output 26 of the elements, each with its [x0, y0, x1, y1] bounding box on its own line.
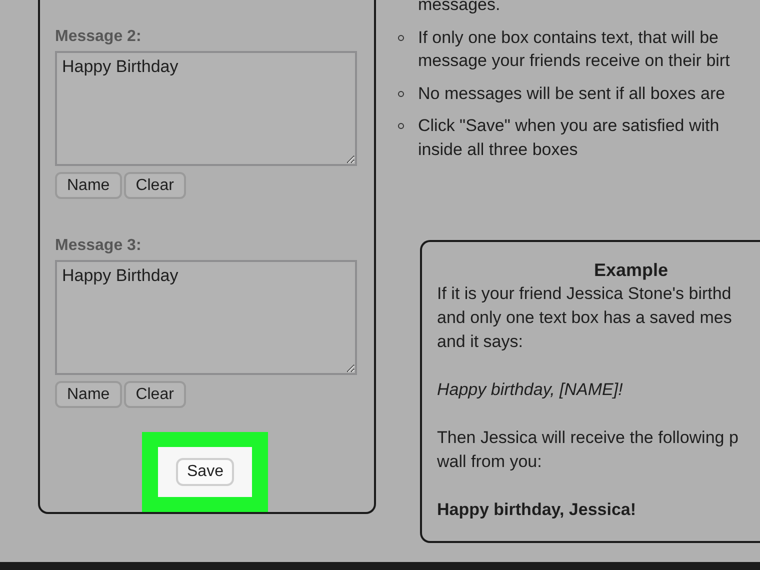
message-field[interactable]: Happy Birthday: [55, 260, 357, 375]
instruction-text: message your friends receive on their birt: [418, 50, 730, 72]
instruction-text: No messages will be sent if all boxes are: [418, 82, 726, 104]
instruction-text: Click "Save" when you are satisfied with: [418, 115, 720, 137]
message-label: Message 3:: [55, 236, 142, 256]
bullet-icon: [398, 90, 404, 96]
example-text: If it is your friend Jessica Stone's birthd: [437, 283, 732, 305]
clear-button[interactable]: Clear: [124, 172, 186, 199]
example-text: and it says:: [437, 331, 523, 353]
example-text: Happy birthday, Jessica!: [437, 499, 636, 521]
instruction-text: inside all three boxes: [418, 138, 578, 160]
instruction-text: messages.: [418, 0, 500, 16]
save-button[interactable]: Save: [176, 458, 234, 486]
example-title: Example: [594, 259, 668, 282]
bullet-icon: [398, 34, 404, 40]
instruction-text: If only one box contains text, that will be: [418, 26, 719, 48]
example-text: wall from you:: [437, 451, 542, 473]
name-button[interactable]: Name: [55, 172, 122, 199]
message-field[interactable]: Happy Birthday: [55, 51, 357, 166]
message-label: Message 2:: [55, 27, 142, 47]
example-text: Happy birthday, [NAME]!: [437, 379, 623, 401]
bullet-icon: [398, 123, 404, 129]
example-text: Then Jessica will receive the following p: [437, 427, 738, 449]
example-text: and only one text box has a saved mes: [437, 307, 732, 329]
clear-button[interactable]: Clear: [124, 381, 186, 408]
name-button[interactable]: Name: [55, 381, 122, 408]
